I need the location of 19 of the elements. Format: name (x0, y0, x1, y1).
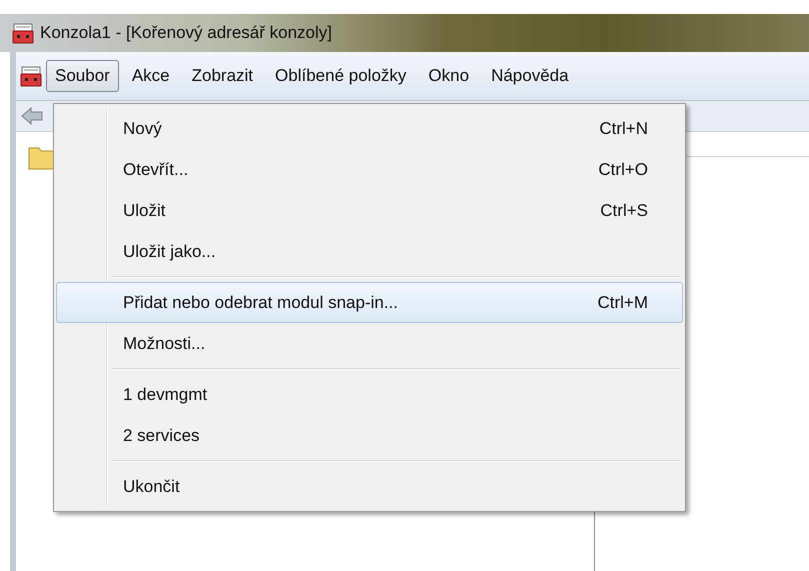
toolbox-icon (12, 22, 34, 44)
menu-item[interactable]: Otevřít... Ctrl+O (56, 149, 683, 190)
window-title: Konzola1 - [Kořenový adresář konzoly] (40, 23, 332, 43)
menu-item[interactable]: 2 services (56, 415, 683, 456)
menu-item[interactable]: Nový Ctrl+N (56, 108, 683, 149)
menu-bar-item[interactable]: Soubor (46, 60, 119, 92)
menu-bar-item[interactable]: Zobrazit (182, 60, 262, 92)
menu-item[interactable]: Uložit Ctrl+S (56, 190, 683, 231)
toolbox-icon (20, 65, 42, 87)
menu-item[interactable]: Ukončit (56, 466, 683, 507)
back-arrow-icon[interactable] (20, 106, 44, 126)
menu-item[interactable]: Uložit jako... (56, 231, 683, 272)
menu-bar-item[interactable]: Oblíbené položky (266, 60, 416, 92)
menu-bar-item[interactable]: Akce (122, 60, 179, 92)
menu-bar-item[interactable]: Nápověda (482, 60, 578, 92)
menu-item[interactable]: 1 devmgmt (56, 374, 683, 415)
menu-item[interactable]: Přidat nebo odebrat modul snap-in... Ctrl+M (56, 282, 683, 323)
menu-bar-item[interactable]: Okno (419, 60, 478, 92)
menu-item[interactable]: Možnosti... (56, 323, 683, 364)
